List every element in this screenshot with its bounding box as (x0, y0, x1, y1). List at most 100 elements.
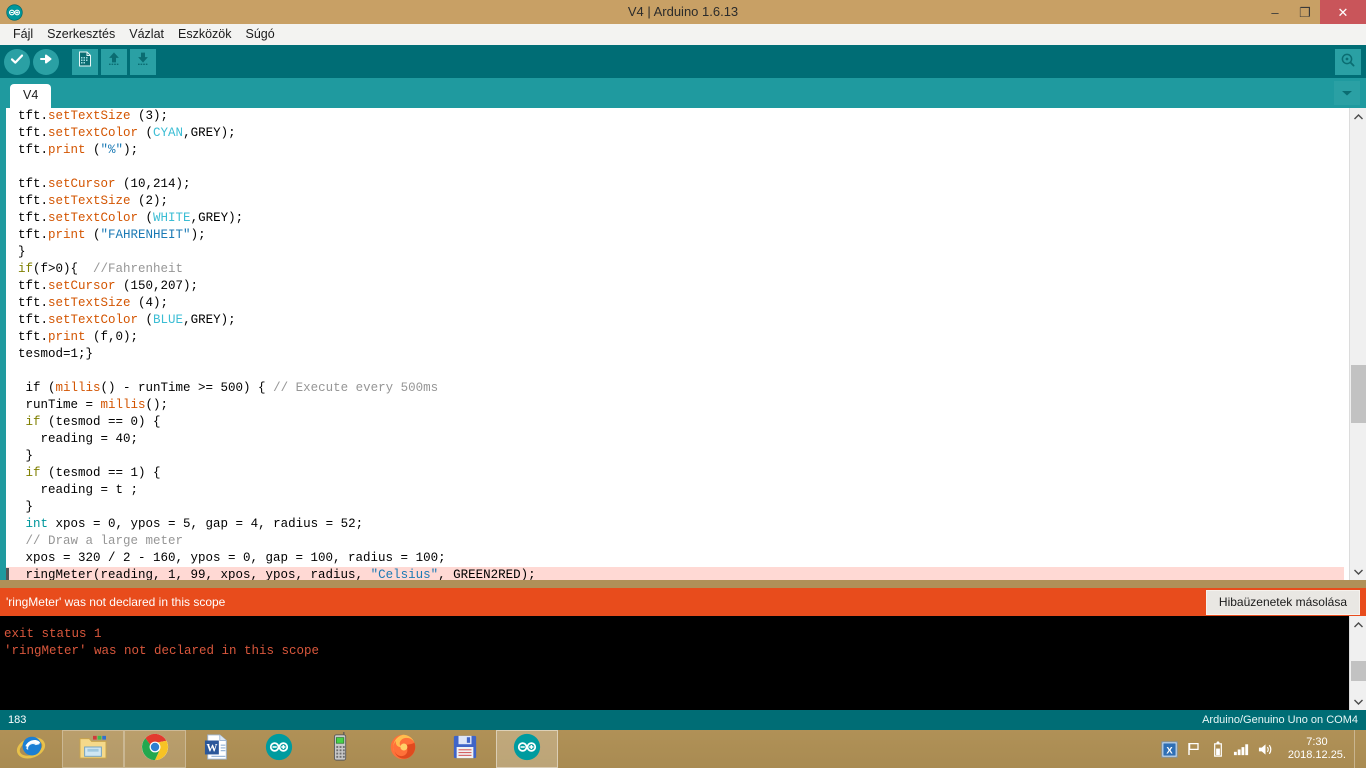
code-token: setTextSize (48, 296, 131, 310)
editor-scroll-down-button[interactable] (1350, 563, 1366, 580)
window-title: V4 | Arduino 1.6.13 (627, 4, 739, 19)
new-sketch-icon (78, 51, 92, 72)
code-token: ,GREY); (190, 211, 244, 225)
code-token: "%" (100, 143, 124, 157)
mobile-phone-icon (332, 730, 350, 767)
minimize-button[interactable]: – (1260, 0, 1290, 24)
menu-file[interactable]: Fájl (6, 25, 40, 44)
code-token: if (25, 415, 41, 429)
code-token: setTextColor (48, 211, 139, 225)
editor-scroll-up-button[interactable] (1350, 108, 1366, 125)
code-token: tft. (18, 126, 49, 140)
code-token: ); (190, 228, 206, 242)
tray-app-icon[interactable]: X (1158, 730, 1182, 768)
code-line: } (6, 448, 1344, 465)
clock-time: 7:30 (1306, 736, 1328, 748)
taskbar-arduino-1[interactable] (248, 730, 310, 768)
serial-monitor-magnifier-icon (1340, 52, 1356, 73)
code-token: millis (55, 381, 101, 395)
taskbar-save-app[interactable] (434, 730, 496, 768)
code-line: tft.print ("FAHRENHEIT"); (6, 227, 1344, 244)
clock-date: 2018.12.25. (1287, 749, 1346, 761)
open-sketch-button[interactable] (101, 48, 127, 75)
code-token: millis (100, 398, 146, 412)
code-line: reading = 40; (6, 431, 1344, 448)
code-token: WHITE (153, 211, 191, 225)
taskbar-internet-explorer[interactable] (0, 730, 62, 768)
code-token: "FAHRENHEIT" (100, 228, 191, 242)
console-output[interactable]: exit status 1 'ringMeter' was not declar… (0, 616, 1366, 710)
error-status-bar: 'ringMeter' was not declared in this sco… (0, 588, 1366, 616)
code-token: xpos = 0, ypos = 5, gap = 4, radius = 52… (48, 517, 364, 531)
copy-error-messages-button[interactable]: Hibaüzenetek másolása (1205, 590, 1360, 615)
save-sketch-button[interactable] (130, 48, 156, 75)
arduino-infinity-logo-icon (265, 733, 293, 766)
taskbar-arduino-active[interactable] (496, 730, 558, 768)
toolbar (0, 45, 1366, 78)
maximize-button[interactable]: ❐ (1290, 0, 1320, 24)
code-line: if (tesmod == 0) { (6, 414, 1344, 431)
verify-button[interactable] (4, 48, 30, 75)
code-line: tft.setTextSize (3); (6, 108, 1344, 125)
code-token: print (48, 330, 86, 344)
code-token: (tesmod == 0) { (40, 415, 161, 429)
code-token: (f>0){ (33, 262, 94, 276)
serial-monitor-button[interactable] (1335, 49, 1361, 75)
code-token: tft. (18, 313, 49, 327)
code-text[interactable]: tft.setTextSize (3); tft.setTextColor (CY… (6, 108, 1344, 580)
tab-menu-button[interactable] (1334, 81, 1360, 105)
console-scroll-up-button[interactable] (1350, 616, 1366, 633)
code-token: (4); (130, 296, 169, 310)
taskbar-firefox[interactable] (372, 730, 434, 768)
code-token: (10,214); (115, 177, 191, 191)
tab-v4[interactable]: V4 (10, 84, 52, 109)
code-line: reading = t ; (6, 482, 1344, 499)
code-token: tft. (18, 228, 49, 242)
tray-action-center[interactable] (1182, 730, 1206, 768)
menu-edit[interactable]: Szerkesztés (40, 25, 122, 44)
console-vertical-scrollbar[interactable] (1349, 616, 1366, 710)
taskbar-phone[interactable] (310, 730, 372, 768)
code-line: tft.setTextSize (2); (6, 193, 1344, 210)
code-token: ( (85, 228, 101, 242)
minimize-icon: – (1271, 4, 1279, 20)
arduino-ide-window: V4 | Arduino 1.6.13 – ❐ ✕ Fájl Szerkeszt… (0, 0, 1366, 768)
close-button[interactable]: ✕ (1320, 0, 1366, 24)
code-token: "Celsius" (370, 568, 439, 580)
editor-scroll-thumb[interactable] (1351, 365, 1366, 423)
code-token: tft. (18, 143, 49, 157)
taskbar-items: W (0, 730, 558, 768)
show-desktop-button[interactable] (1354, 730, 1362, 768)
taskbar-file-explorer[interactable] (62, 730, 124, 768)
code-token: tft. (18, 296, 49, 310)
taskbar-clock[interactable]: 7:30 2018.12.25. (1278, 736, 1354, 762)
editor-vertical-scrollbar[interactable] (1349, 108, 1366, 580)
code-editor[interactable]: tft.setTextSize (3); tft.setTextColor (CY… (0, 108, 1366, 580)
menu-sketch[interactable]: Vázlat (122, 25, 171, 44)
code-token: CYAN (153, 126, 184, 140)
taskbar-word[interactable]: W (186, 730, 248, 768)
menu-tools[interactable]: Eszközök (171, 25, 239, 44)
code-token: tft. (18, 194, 49, 208)
internet-explorer-icon (16, 732, 46, 767)
code-token: (tesmod == 1) { (40, 466, 161, 480)
console-scroll-thumb[interactable] (1351, 661, 1366, 681)
code-token: setTextColor (48, 313, 139, 327)
code-token: ,GREY); (183, 126, 236, 140)
console-scroll-down-button[interactable] (1350, 693, 1366, 710)
menu-help[interactable]: Súgó (239, 25, 282, 44)
arduino-infinity-logo-icon (2, 0, 26, 24)
tray-network[interactable] (1230, 730, 1254, 768)
new-sketch-button[interactable] (72, 48, 98, 75)
tray-volume[interactable] (1254, 730, 1278, 768)
code-line: tesmod=1;} (6, 346, 1344, 363)
code-token: runTime = (18, 398, 101, 412)
code-line: if(f>0){ //Fahrenheit (6, 261, 1344, 278)
code-token: , GREEN2RED); (438, 568, 536, 580)
upload-button[interactable] (33, 48, 59, 75)
taskbar-chrome[interactable] (124, 730, 186, 768)
tab-strip: V4 (0, 78, 1366, 109)
tray-battery[interactable] (1206, 730, 1230, 768)
